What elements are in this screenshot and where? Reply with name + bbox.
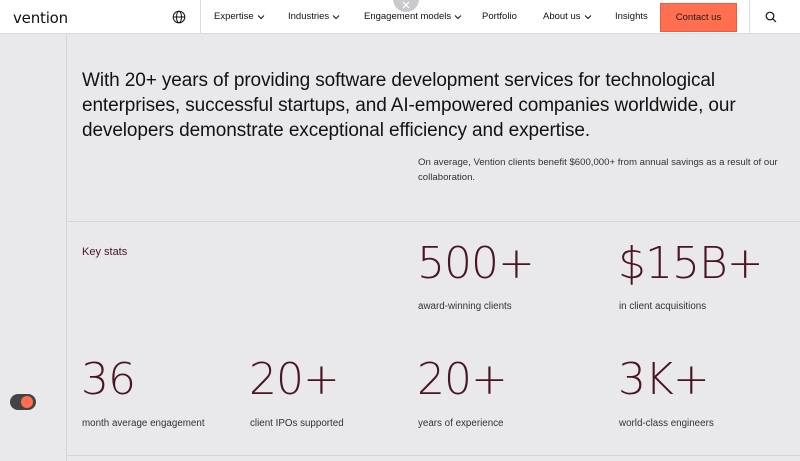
nav-insights-label: Insights [615, 11, 648, 22]
theme-toggle[interactable] [10, 394, 36, 410]
stat-label-engagement: month average engagement [82, 418, 205, 429]
key-stats-label: Key stats [82, 246, 128, 258]
nav-about-us[interactable]: About us [543, 11, 592, 22]
nav-insights[interactable]: Insights [615, 11, 648, 22]
stat-label-engineers: world-class engineers [619, 418, 714, 429]
chevron-down-icon [257, 14, 264, 19]
close-icon [402, 1, 410, 9]
globe-icon[interactable] [172, 10, 186, 24]
nav-industries-label: Industries [288, 11, 330, 22]
nav-engagement-models-label: Engagement models [364, 11, 452, 22]
nav-portfolio-label: Portfolio [482, 11, 517, 22]
vention-logo[interactable]: vention [13, 9, 68, 27]
grid-line [66, 34, 67, 461]
sun-icon [21, 396, 33, 408]
nav-engagement-models[interactable]: Engagement models [364, 11, 462, 22]
hero-headline: With 20+ years of providing software dev… [82, 70, 736, 141]
section-divider [66, 221, 800, 222]
header-divider [200, 0, 201, 34]
stat-value-engineers: 3K+ [618, 354, 710, 405]
stat-value-engagement: 36 [81, 354, 136, 405]
stat-label-clients: award-winning clients [418, 301, 512, 312]
hero-subtext: On average, Vention clients benefit $600… [418, 157, 778, 183]
stat-label-ipos: client IPOs supported [250, 418, 344, 429]
header-divider [749, 0, 750, 34]
stat-value-acquisitions: $15B+ [618, 238, 764, 289]
nav-expertise-label: Expertise [214, 11, 254, 22]
stat-value-experience: 20+ [417, 354, 508, 405]
contact-us-button[interactable]: Contact us [660, 3, 737, 32]
chevron-down-icon [454, 14, 462, 19]
stat-value-clients: 500+ [417, 238, 535, 289]
search-icon[interactable] [765, 11, 777, 23]
section-divider [66, 455, 800, 456]
stat-value-ipos: 20+ [249, 354, 340, 405]
nav-about-us-label: About us [543, 11, 581, 22]
nav-expertise[interactable]: Expertise [214, 11, 265, 22]
stat-label-acquisitions: in client acquisitions [619, 301, 707, 312]
chevron-down-icon [584, 14, 591, 19]
nav-industries[interactable]: Industries [288, 11, 340, 22]
nav-portfolio[interactable]: Portfolio [482, 11, 517, 22]
chevron-down-icon [332, 14, 340, 19]
stat-label-experience: years of experience [418, 418, 504, 429]
